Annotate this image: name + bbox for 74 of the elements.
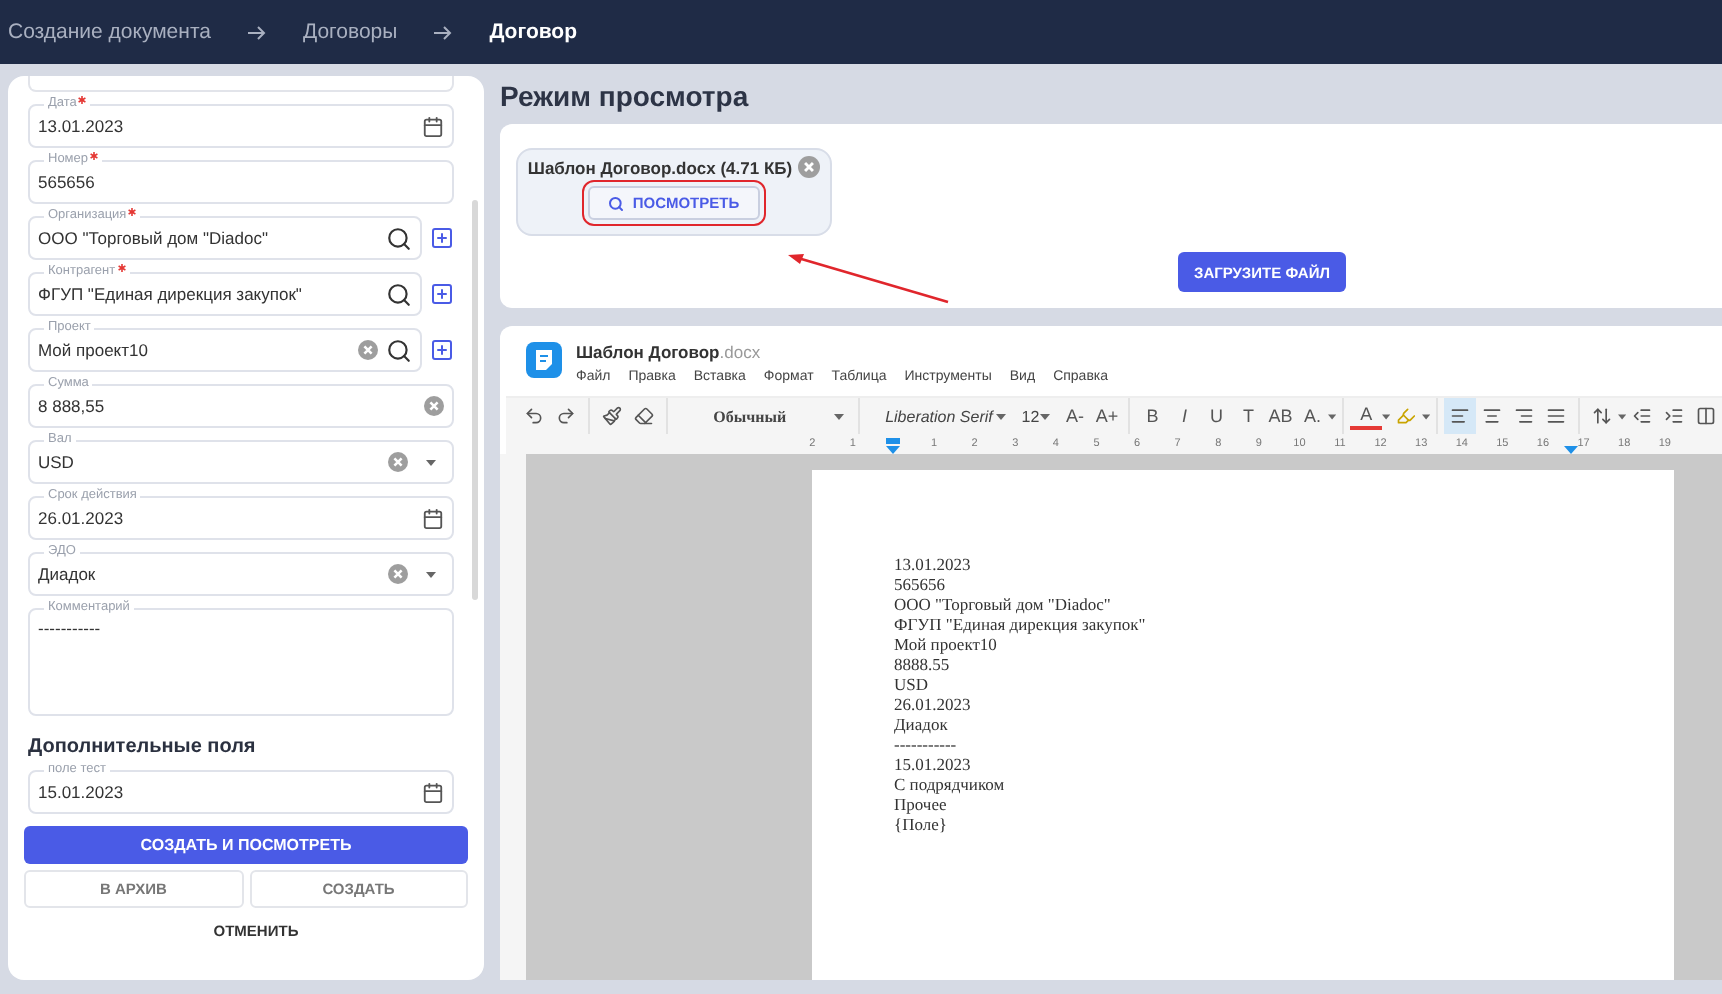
style-dropdown[interactable]: Обычный [673,407,852,425]
document-line: Диадок [894,714,950,734]
calendar-icon[interactable] [422,781,444,803]
document-title: Шаблон Договор.docx [576,342,763,362]
document-line: ----------- [894,734,959,754]
document-line: 26.01.2023 [894,694,973,714]
clear-icon[interactable] [388,452,408,472]
section-title: Дополнительные поля [28,736,258,758]
arrow-icon [247,25,266,39]
field-value: 26.01.2023 [38,508,126,528]
font-dropdown[interactable]: Liberation Serif [865,407,1014,425]
document-line: USD [894,674,931,694]
document-line: 13.01.2023 [894,554,973,574]
clear-icon[interactable] [358,340,378,360]
document-line: Прочее [894,794,949,814]
caret-icon [995,413,1006,419]
field-value: ----------- [38,618,103,638]
format-button[interactable]: AB [1264,397,1297,435]
font-size-button[interactable]: A- [1058,397,1091,435]
search-icon[interactable] [386,225,412,251]
caret-icon [1328,413,1337,419]
field-value: 13.01.2023 [38,116,126,136]
app-logo-icon [526,342,562,378]
arrow-icon [434,25,453,39]
document-line: С подрядчиком [894,774,1007,794]
breadcrumb-link[interactable]: Договоры [302,20,398,44]
field-value: Мой проект10 [38,340,150,360]
breadcrumb-link[interactable]: Создание документа [8,20,211,44]
format-button[interactable]: I [1168,397,1201,435]
document-line: 565656 [894,574,947,594]
page-title: Режим просмотра [500,78,751,116]
document-line: {Поле} [894,814,949,834]
field-value: 15.01.2023 [38,782,126,802]
caret-icon [833,413,844,419]
format-button[interactable]: T [1232,397,1265,435]
format-button[interactable]: A. [1296,397,1329,435]
document-line: ФГУП "Единая дирекция закупок" [894,614,1148,634]
caret-icon [1040,413,1051,419]
caret-icon [1617,413,1627,419]
document-line: 15.01.2023 [894,754,973,774]
add-icon[interactable] [430,338,454,362]
field-value: USD [38,452,76,472]
format-button[interactable]: U [1200,397,1233,435]
format-button[interactable]: B [1136,397,1169,435]
caret-icon [1422,413,1431,419]
search-icon[interactable] [386,337,412,363]
clear-icon[interactable] [388,564,408,584]
search-icon [608,195,625,211]
font-size-button[interactable]: A+ [1090,397,1123,435]
field-value: ФГУП "Единая дирекция закупок" [38,284,304,304]
scrollbar[interactable] [472,200,478,600]
document-line: 8888.55 [894,654,952,674]
file-name: Шаблон Договор.docx (4.71 КБ) [527,157,793,177]
field-value: ООО "Торговый дом "Diadoc" [38,228,270,248]
field-value: 8 888,55 [38,396,107,416]
align-left-icon[interactable] [1444,397,1477,435]
field-value: Диадок [38,564,98,584]
document-line: Мой проект10 [894,634,999,654]
search-icon[interactable] [386,281,412,307]
document-line: ООО "Торговый дом "Diadoc" [894,594,1113,614]
font-color-button[interactable]: A [1350,403,1383,429]
input-field[interactable] [28,76,454,92]
breadcrumb-link[interactable]: Договор [489,20,578,44]
caret-icon [1382,413,1391,419]
create-and-view-button[interactable]: СОЗДАТЬ И ПОСМОТРЕТЬ [24,826,468,864]
clear-icon[interactable] [798,156,821,178]
calendar-icon[interactable] [422,507,444,529]
add-icon[interactable] [430,226,454,250]
add-icon[interactable] [430,282,454,306]
indent-marker-icon[interactable] [886,438,900,454]
size-dropdown[interactable]: 12 [1013,407,1059,425]
field-value: 565656 [38,172,97,192]
calendar-icon[interactable] [422,115,444,137]
clear-icon[interactable] [424,396,444,416]
